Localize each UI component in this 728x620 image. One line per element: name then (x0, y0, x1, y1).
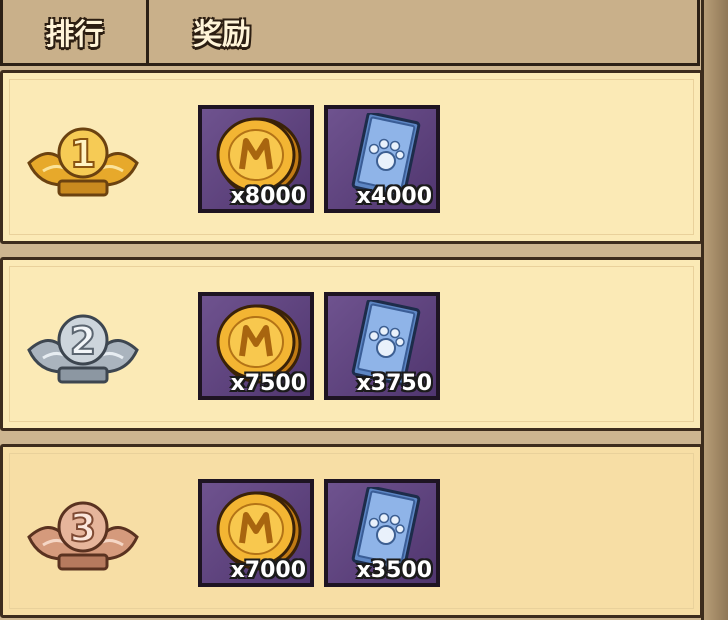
reward-panel: 排行 奖励 1 x8000 x4000 2 x7500 x3750 3 x700… (0, 0, 728, 620)
panel-right-border (701, 0, 728, 620)
gold-rank-medal-icon: 1 (27, 127, 139, 197)
reward-slot-coin[interactable]: x8000 (198, 105, 314, 213)
rank-row-3: 3 x7000 x3500 (0, 444, 703, 618)
bronze-rank-medal-icon: 3 (27, 501, 139, 571)
reward-quantity: x3750 (356, 371, 432, 396)
reward-slot-ticket[interactable]: x3500 (324, 479, 440, 587)
reward-quantity: x4000 (356, 184, 432, 209)
reward-quantity: x7000 (230, 558, 306, 583)
rank-row-2: 2 x7500 x3750 (0, 257, 703, 431)
medal-rank-number: 1 (70, 132, 96, 176)
rank-row-1: 1 x8000 x4000 (0, 70, 703, 244)
reward-slot-ticket[interactable]: x3750 (324, 292, 440, 400)
reward-slot-coin[interactable]: x7500 (198, 292, 314, 400)
reward-quantity: x8000 (230, 184, 306, 209)
silver-rank-medal-icon: 2 (27, 314, 139, 384)
reward-slot-ticket[interactable]: x4000 (324, 105, 440, 213)
reward-quantity: x3500 (356, 558, 432, 583)
rank-column-header: 排行 (3, 0, 149, 63)
reward-column-header: 奖励 (193, 16, 252, 51)
medal-rank-number: 2 (70, 319, 96, 363)
reward-slot-coin[interactable]: x7000 (198, 479, 314, 587)
table-header: 排行 奖励 (0, 0, 700, 66)
medal-rank-number: 3 (70, 506, 96, 550)
reward-quantity: x7500 (230, 371, 306, 396)
